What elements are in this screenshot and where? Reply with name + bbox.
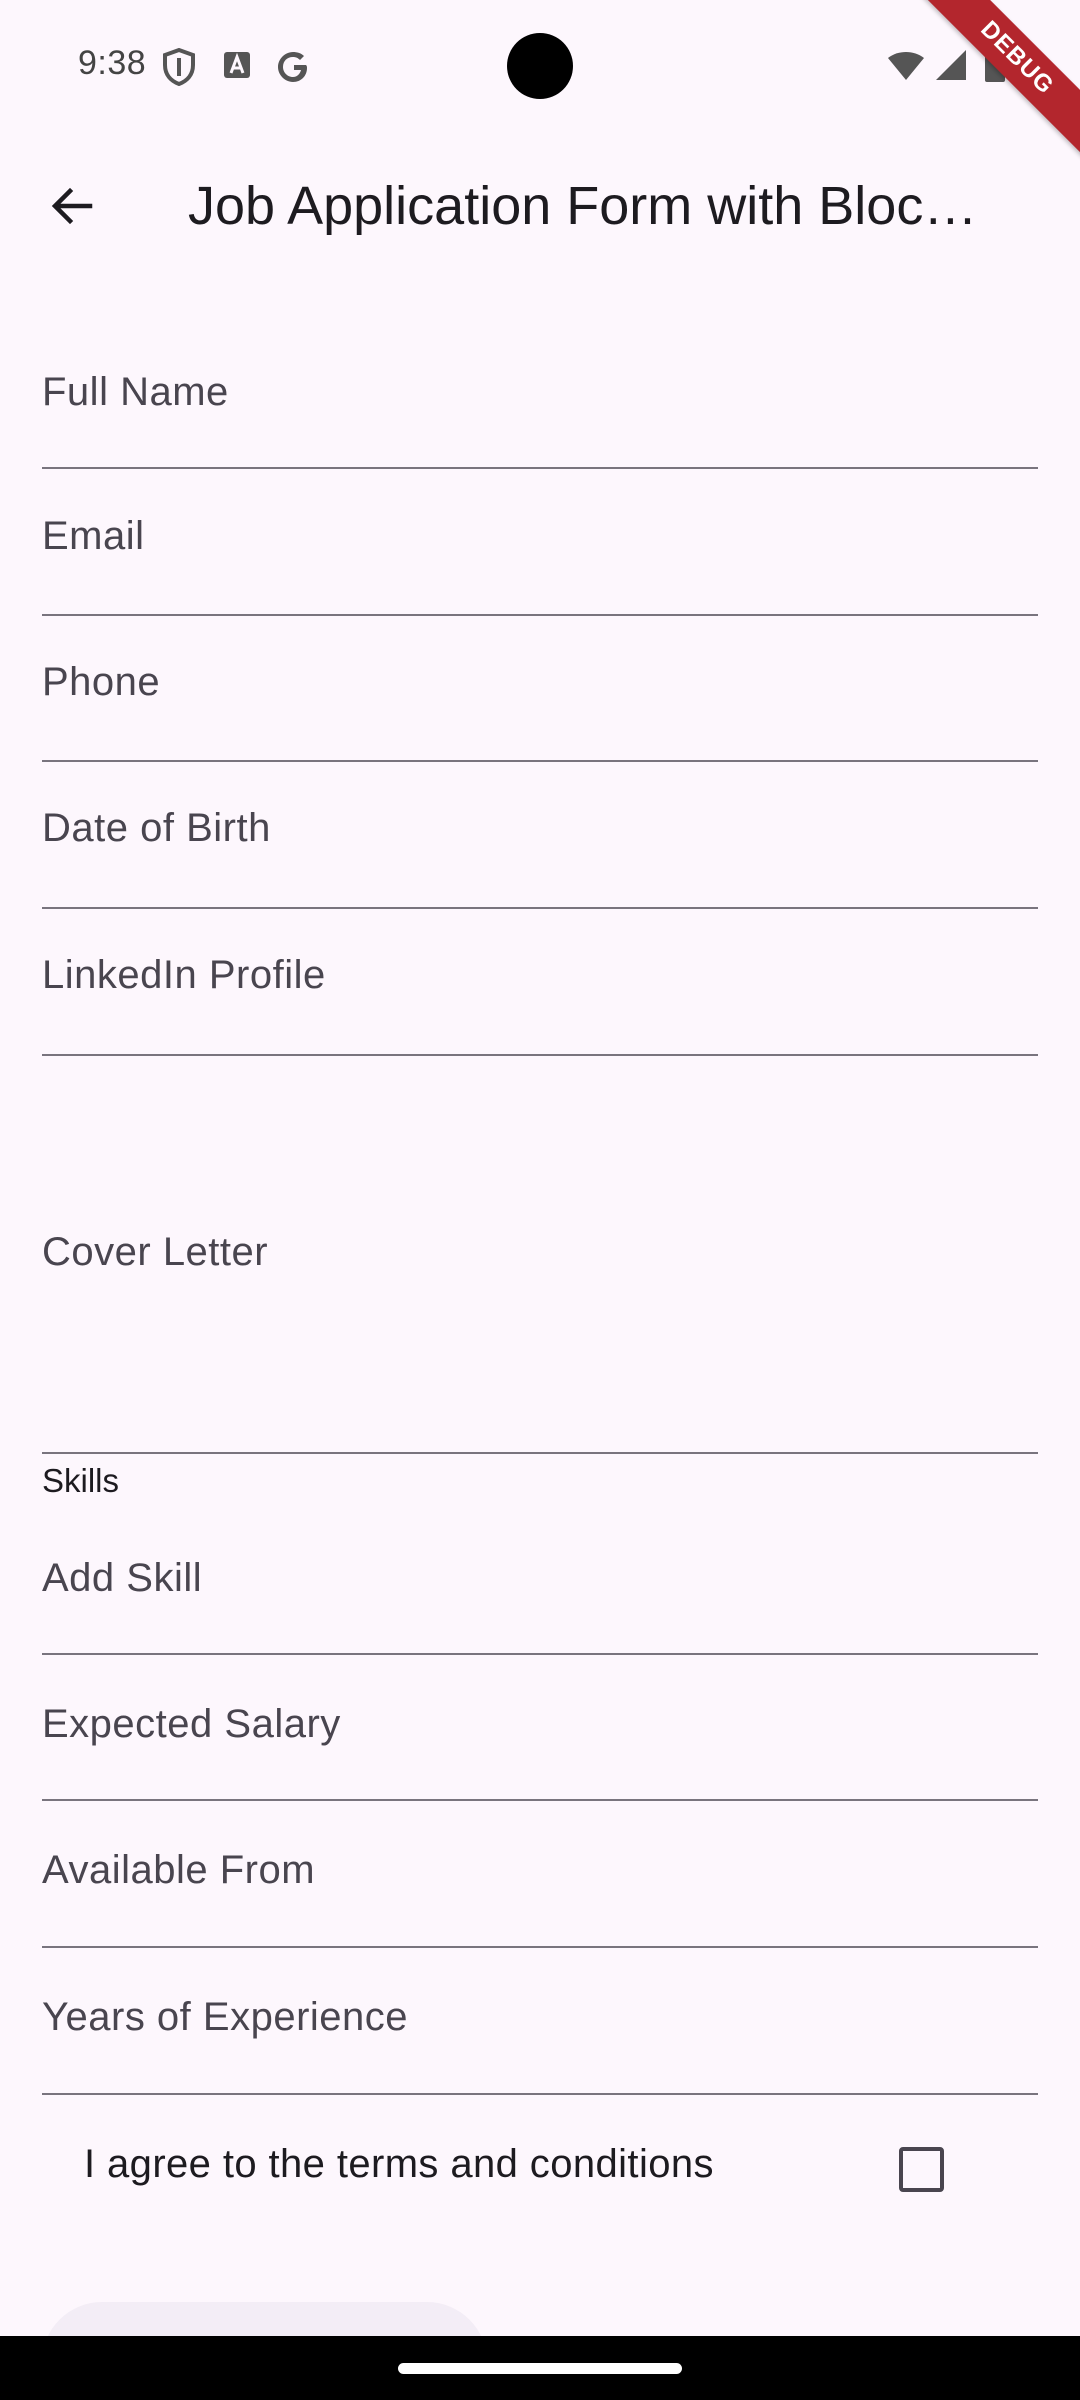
page-title: Job Application Form with Bloc… (188, 176, 978, 236)
add-skill-field[interactable]: Add Skill (42, 1508, 1038, 1655)
google-icon (275, 48, 313, 91)
status-time: 9:38 (78, 44, 147, 82)
terms-checkbox[interactable] (899, 2147, 944, 2192)
shield-icon (162, 47, 196, 91)
years-of-experience-field[interactable]: Years of Experience (42, 1955, 1038, 2095)
expected-salary-label: Expected Salary (42, 1702, 341, 1746)
email-label: Email (42, 514, 145, 558)
skills-section-label: Skills (42, 1462, 120, 1499)
available-from-field[interactable]: Available From (42, 1808, 1038, 1948)
expected-salary-field[interactable]: Expected Salary (42, 1662, 1038, 1801)
signal-icon (934, 48, 968, 87)
status-bar: 9:38 DEBUG (0, 0, 1080, 162)
add-skill-label: Add Skill (42, 1556, 203, 1600)
terms-label: I agree to the terms and conditions (84, 2142, 714, 2186)
available-from-label: Available From (42, 1848, 316, 1892)
phone-field[interactable]: Phone (42, 622, 1038, 762)
camera-cutout (507, 33, 573, 99)
full-name-field[interactable]: Full Name (42, 340, 1038, 469)
font-icon (222, 50, 252, 85)
years-of-experience-label: Years of Experience (42, 1995, 409, 2039)
date-of-birth-label: Date of Birth (42, 806, 271, 850)
date-of-birth-field[interactable]: Date of Birth (42, 768, 1038, 909)
cover-letter-label: Cover Letter (42, 1230, 269, 1274)
back-button[interactable] (36, 172, 108, 244)
phone-label: Phone (42, 660, 161, 704)
email-field[interactable]: Email (42, 476, 1038, 616)
linkedin-field[interactable]: LinkedIn Profile (42, 915, 1038, 1056)
linkedin-label: LinkedIn Profile (42, 953, 326, 997)
cover-letter-field[interactable]: Cover Letter (42, 1100, 1038, 1454)
wifi-icon (886, 50, 926, 87)
terms-row[interactable]: I agree to the terms and conditions (0, 2120, 1080, 2216)
screen: 9:38 DEBUG Job Application Form with Blo… (0, 0, 1080, 2400)
arrow-back-icon (48, 182, 96, 235)
home-gesture-handle[interactable] (398, 2363, 682, 2374)
navigation-bar (0, 2336, 1080, 2400)
full-name-label: Full Name (42, 370, 229, 414)
app-bar: Job Application Form with Bloc… (0, 140, 1080, 270)
